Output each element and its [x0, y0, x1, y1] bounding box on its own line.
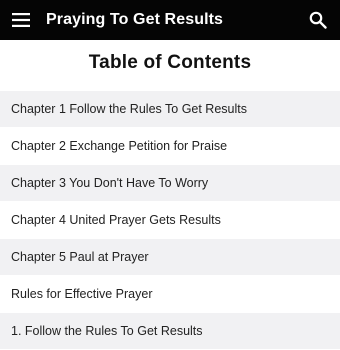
app-bar: Praying To Get Results [0, 0, 340, 40]
toc-item-chapter-5[interactable]: Chapter 5 Paul at Prayer [0, 239, 340, 275]
toc-item-rule-1[interactable]: 1. Follow the Rules To Get Results [0, 313, 340, 349]
app-title: Praying To Get Results [46, 11, 224, 28]
toc-item-chapter-1[interactable]: Chapter 1 Follow the Rules To Get Result… [0, 91, 340, 127]
toc-item-rules[interactable]: Rules for Effective Prayer [0, 276, 340, 312]
toc-item-chapter-3[interactable]: Chapter 3 You Don't Have To Worry [0, 165, 340, 201]
toc-item-chapter-2[interactable]: Chapter 2 Exchange Petition for Praise [0, 128, 340, 164]
hamburger-menu-icon [12, 13, 30, 27]
menu-button[interactable] [3, 0, 39, 40]
table-of-contents-list: Chapter 1 Follow the Rules To Get Result… [0, 91, 340, 350]
toc-item-chapter-4[interactable]: Chapter 4 United Prayer Gets Results [0, 202, 340, 238]
search-button[interactable] [302, 0, 334, 40]
search-icon [309, 11, 327, 29]
page-title: Table of Contents [88, 52, 252, 73]
